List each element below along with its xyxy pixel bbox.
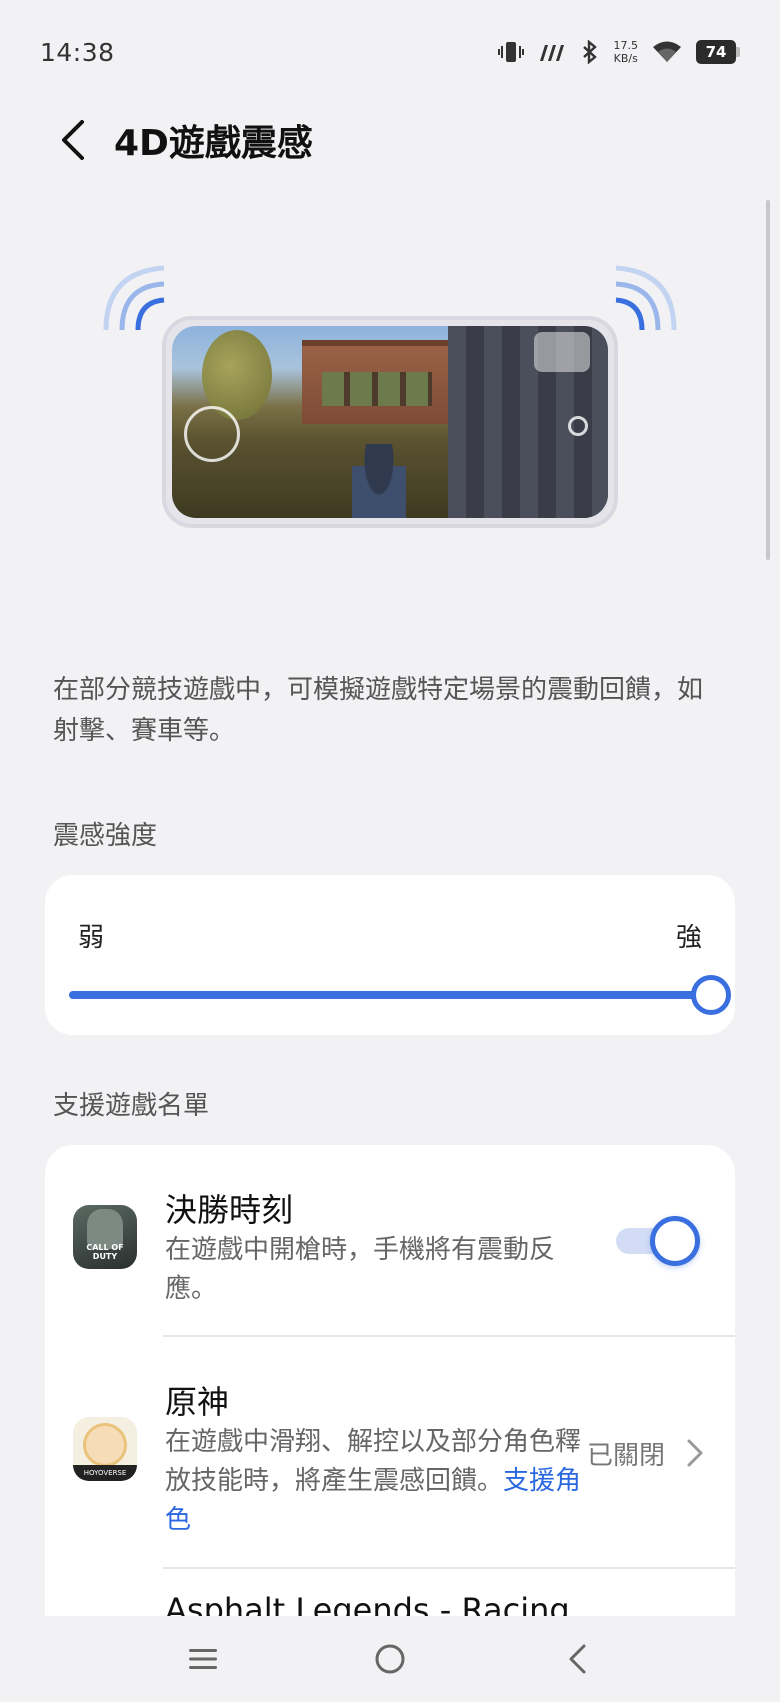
bluetooth-icon — [582, 40, 597, 64]
chevron-right-icon — [687, 1439, 703, 1467]
vibration-waves-right-icon — [615, 265, 677, 331]
signal-icon — [539, 45, 564, 61]
wifi-icon — [653, 41, 681, 62]
game-screenshot — [172, 326, 608, 518]
genshin-app-icon: HOYOVERSE — [73, 1417, 137, 1481]
battery-icon: 74 — [696, 40, 740, 64]
recent-apps-button[interactable] — [173, 1629, 233, 1689]
scene-soldier — [352, 444, 406, 518]
toggle-thumb — [650, 1216, 700, 1266]
call-of-duty-app-icon: CALL OF DUTY — [73, 1205, 137, 1269]
chevron-left-icon — [569, 1644, 586, 1674]
slider-fill — [69, 991, 711, 999]
intensity-section-label: 震感強度 — [53, 821, 158, 851]
slider-thumb[interactable] — [691, 975, 731, 1015]
home-circle-icon — [375, 1644, 405, 1674]
list-item[interactable]: CALL OF DUTY 決勝時刻 在遊戲中開槍時，手機將有震動反應。 — [45, 1145, 735, 1335]
intensity-slider[interactable] — [69, 975, 731, 1015]
hud-minimap — [534, 332, 590, 372]
hud-crosshair — [568, 416, 588, 436]
back-button[interactable] — [36, 104, 108, 176]
game-status: 已關閉 — [586, 1441, 665, 1471]
game-name: 原神 — [165, 1383, 230, 1421]
scene-building — [302, 340, 452, 424]
battery-tip — [736, 47, 740, 57]
vibration-waves-left-icon — [103, 265, 165, 331]
net-speed-value: 17.5 — [613, 39, 639, 52]
status-bar: 14:38 17.5 KB/s 74 — [0, 0, 780, 104]
phone-frame — [162, 316, 618, 528]
feature-description: 在部分競技遊戲中，可模擬遊戲特定場景的震動回饋，如射擊、賽車等。 — [53, 675, 704, 746]
game-name: 決勝時刻 — [165, 1191, 294, 1229]
game-vibration-toggle[interactable] — [616, 1216, 700, 1266]
page-title: 4D遊戲震感 — [114, 123, 313, 164]
chevron-left-icon — [62, 120, 84, 160]
list-item[interactable]: HOYOVERSE 原神 在遊戲中滑翔、解控以及部分角色釋放技能時，將產生震感回… — [45, 1337, 735, 1567]
status-time: 14:38 — [40, 37, 115, 67]
game-description: 在遊戲中滑翔、解控以及部分角色釋放技能時，將產生震感回饋。支援角色 — [165, 1423, 585, 1540]
slider-max-label: 強 — [675, 923, 702, 953]
net-speed: 17.5 KB/s — [614, 39, 639, 65]
hud-joystick — [184, 406, 240, 462]
menu-icon — [189, 1649, 218, 1669]
slider-min-label: 弱 — [78, 923, 105, 953]
nav-back-button[interactable] — [547, 1629, 607, 1689]
game-description: 在遊戲中開槍時，手機將有震動反應。 — [165, 1235, 556, 1304]
battery-level: 74 — [696, 40, 736, 64]
header: 4D遊戲震感 — [0, 104, 780, 176]
scrollbar[interactable] — [766, 200, 770, 560]
status-icons: 17.5 KB/s 74 — [497, 39, 740, 65]
vibrate-icon — [497, 42, 524, 62]
call-of-duty-icon-text: CALL OF DUTY — [86, 1243, 124, 1261]
navigation-bar — [0, 1616, 780, 1702]
home-button[interactable] — [360, 1629, 420, 1689]
vibration-illustration — [100, 262, 680, 542]
net-speed-unit: KB/s — [613, 52, 638, 65]
intensity-card: 弱 強 — [45, 875, 735, 1035]
game-list-section-label: 支援遊戲名單 — [53, 1091, 210, 1121]
genshin-icon-text: HOYOVERSE — [73, 1465, 137, 1481]
